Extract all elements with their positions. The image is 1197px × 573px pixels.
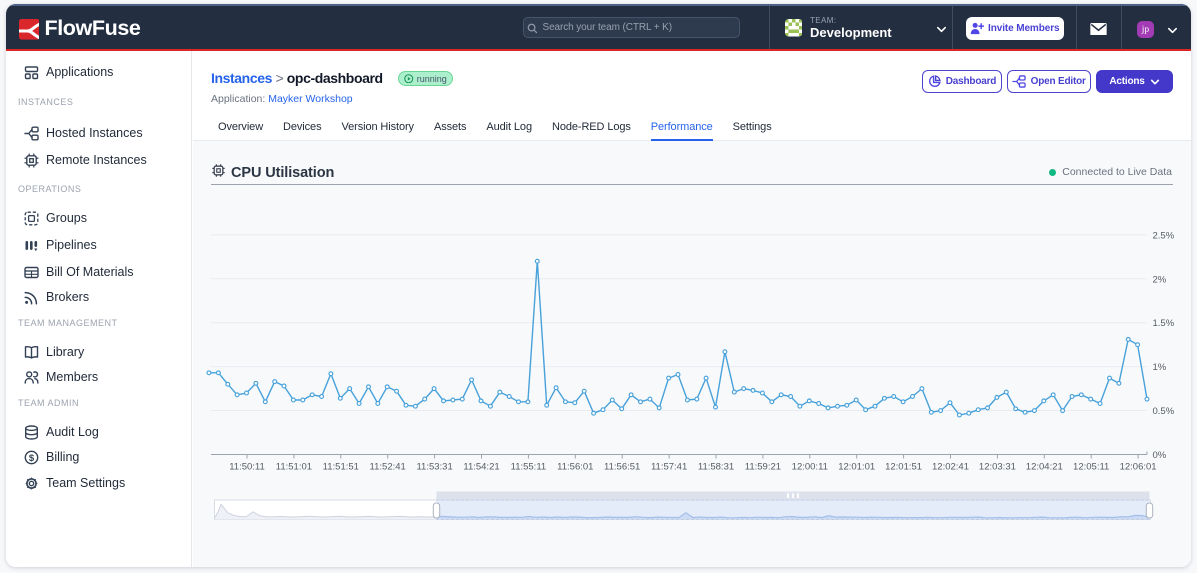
svg-text:12:05:11: 12:05:11 xyxy=(1073,462,1109,473)
svg-text:11:54:21: 11:54:21 xyxy=(463,462,499,473)
svg-text:12:03:31: 12:03:31 xyxy=(979,462,1016,473)
svg-text:11:59:21: 11:59:21 xyxy=(745,462,781,473)
svg-text:0%: 0% xyxy=(1153,450,1167,461)
svg-text:11:55:11: 11:55:11 xyxy=(511,462,547,473)
svg-text:11:57:41: 11:57:41 xyxy=(651,462,687,473)
svg-text:11:50:11: 11:50:11 xyxy=(229,462,265,473)
svg-text:11:53:31: 11:53:31 xyxy=(416,462,452,473)
svg-text:11:52:41: 11:52:41 xyxy=(370,462,406,473)
svg-text:12:04:21: 12:04:21 xyxy=(1026,462,1063,473)
svg-text:0.5%: 0.5% xyxy=(1153,406,1175,417)
svg-text:11:51:51: 11:51:51 xyxy=(323,462,359,473)
svg-text:1.5%: 1.5% xyxy=(1153,318,1175,329)
svg-text:12:01:51: 12:01:51 xyxy=(885,462,922,473)
svg-text:12:01:01: 12:01:01 xyxy=(838,462,875,473)
svg-text:11:51:01: 11:51:01 xyxy=(276,462,312,473)
svg-text:2.5%: 2.5% xyxy=(1153,230,1175,241)
svg-text:11:56:01: 11:56:01 xyxy=(557,462,593,473)
svg-text:12:06:01: 12:06:01 xyxy=(1120,462,1157,473)
svg-text:1%: 1% xyxy=(1153,362,1167,373)
svg-text:12:00:11: 12:00:11 xyxy=(792,462,828,473)
svg-text:11:56:51: 11:56:51 xyxy=(604,462,640,473)
svg-text:12:02:41: 12:02:41 xyxy=(932,462,969,473)
svg-text:11:58:31: 11:58:31 xyxy=(698,462,734,473)
svg-text:2%: 2% xyxy=(1153,274,1167,285)
